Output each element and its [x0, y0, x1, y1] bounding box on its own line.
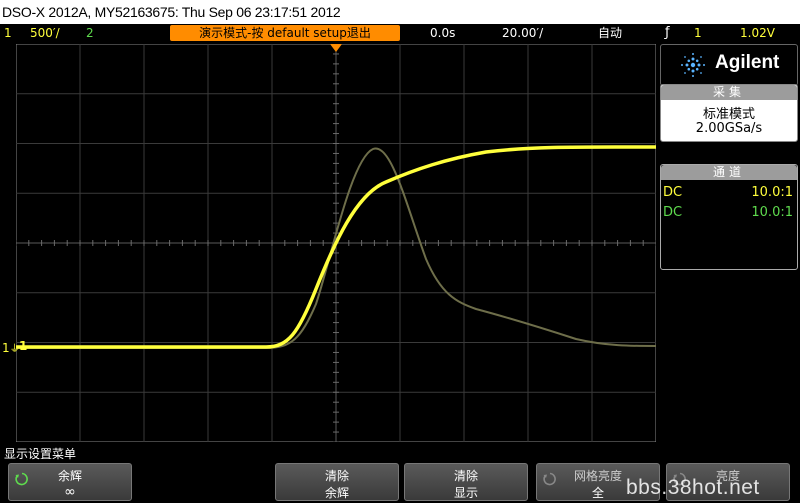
time-delay[interactable]: 0.0s [430, 24, 455, 42]
channels-header: 通道 [661, 165, 797, 180]
brand-name: Agilent [715, 52, 780, 73]
ch1-ground-marker[interactable]: 1⏚ [2, 340, 20, 355]
title-text: DSO-X 2012A, MY52163675: Thu Sep 06 23:1… [2, 4, 341, 20]
ch1-number[interactable]: 1 [4, 24, 12, 42]
acquire-mode: 标准模式 [702, 107, 755, 122]
clear-display-softkey[interactable]: 清除 显示 [404, 463, 528, 501]
sample-rate: 2.00GSa/s [695, 121, 763, 136]
channel-2-probe: 10.0:1 [751, 205, 793, 220]
ch2-number[interactable]: 2 [86, 24, 94, 42]
menu-title: 显示设置菜单 [4, 447, 77, 461]
channels-section[interactable]: 通道 DC 10.0:1 DC 10.0:1 [660, 164, 798, 270]
agilent-spark-icon [681, 53, 705, 77]
clear-persistence-line2: 余辉 [324, 486, 349, 500]
brand-box: Agilent [660, 44, 798, 86]
ch1-scale[interactable]: 500′/ [30, 24, 60, 42]
ch1-level-label: 1 [19, 339, 28, 353]
clear-persistence-softkey[interactable]: 清除 余辉 [275, 463, 399, 501]
status-bar: 1 500′/ 2 演示模式-按 default setup退出 0.0s 20… [0, 24, 800, 42]
trigger-mode[interactable]: 自动 [598, 24, 622, 42]
trigger-level[interactable]: 1.02V [740, 24, 775, 42]
watermark: bbs.38hot.net [626, 476, 760, 499]
demo-mode-message: 演示模式-按 default setup退出 [170, 25, 400, 41]
right-info-panel: Agilent 采集 标准模式 2.00GSa/s 通道 DC 10.0:1 D… [660, 44, 798, 270]
title-bar: DSO-X 2012A, MY52163675: Thu Sep 06 23:1… [0, 0, 800, 24]
trigger-edge-icon: ƒ [665, 25, 670, 40]
persistence-value: ∞ [64, 484, 76, 500]
acquire-section[interactable]: 采集 标准模式 2.00GSa/s [660, 84, 798, 142]
persistence-label: 余辉 [57, 469, 82, 483]
persistence-softkey[interactable]: 余辉 ∞ [8, 463, 132, 501]
clear-display-line1: 清除 [453, 469, 478, 483]
trigger-source[interactable]: 1 [694, 24, 702, 42]
channel-1-probe: 10.0:1 [751, 185, 793, 200]
scope-graticule[interactable]: T [16, 44, 656, 442]
acquire-header: 采集 [661, 85, 797, 100]
time-scale[interactable]: 20.00′/ [502, 24, 543, 42]
clear-persistence-line1: 清除 [324, 469, 349, 483]
channel-2-coupling: DC [663, 205, 683, 220]
clear-display-line2: 显示 [453, 486, 478, 500]
channel-1-coupling: DC [663, 185, 683, 200]
